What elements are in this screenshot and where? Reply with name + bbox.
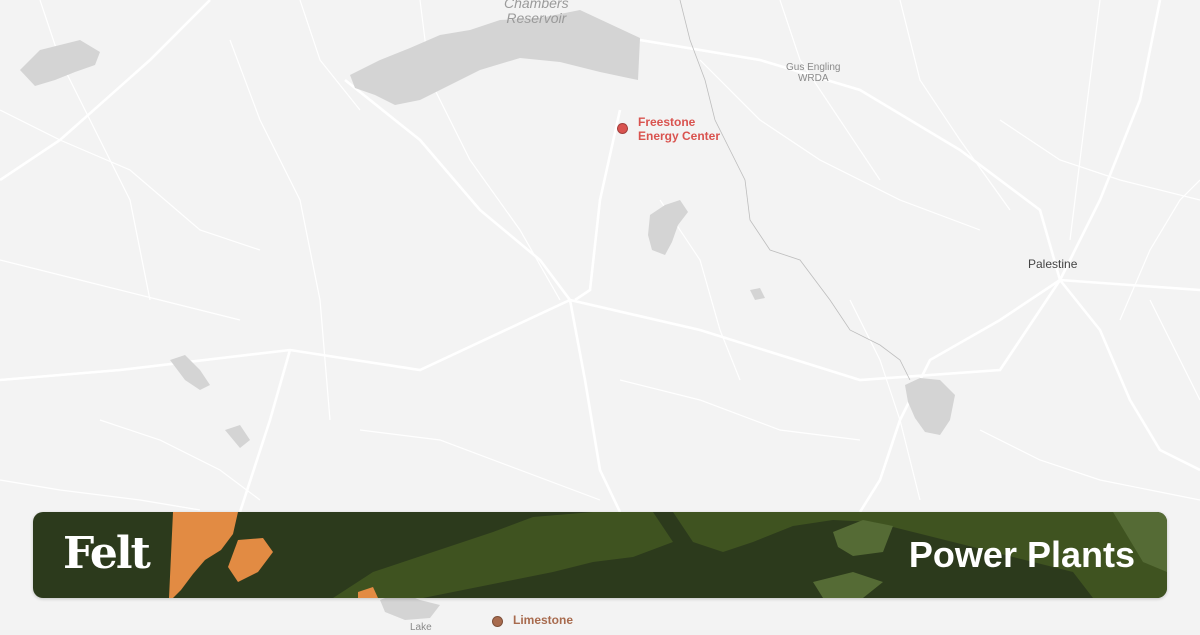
limestone-plant-marker[interactable]	[492, 616, 503, 627]
gus-engling-label: Gus Engling WRDA	[786, 62, 841, 84]
title-banner: Felt Power Plants	[33, 512, 1167, 598]
page-title: Power Plants	[908, 534, 1135, 575]
limestone-plant-label[interactable]: Limestone	[513, 613, 573, 627]
freestone-plant-label[interactable]: Freestone Energy Center	[638, 115, 720, 144]
lake-label: Lake	[410, 622, 432, 633]
chambers-reservoir-label: Chambers Reservoir	[504, 0, 569, 27]
felt-logo[interactable]: Felt	[63, 526, 151, 582]
palestine-label: Palestine	[1028, 257, 1078, 271]
freestone-plant-marker[interactable]	[617, 123, 628, 134]
